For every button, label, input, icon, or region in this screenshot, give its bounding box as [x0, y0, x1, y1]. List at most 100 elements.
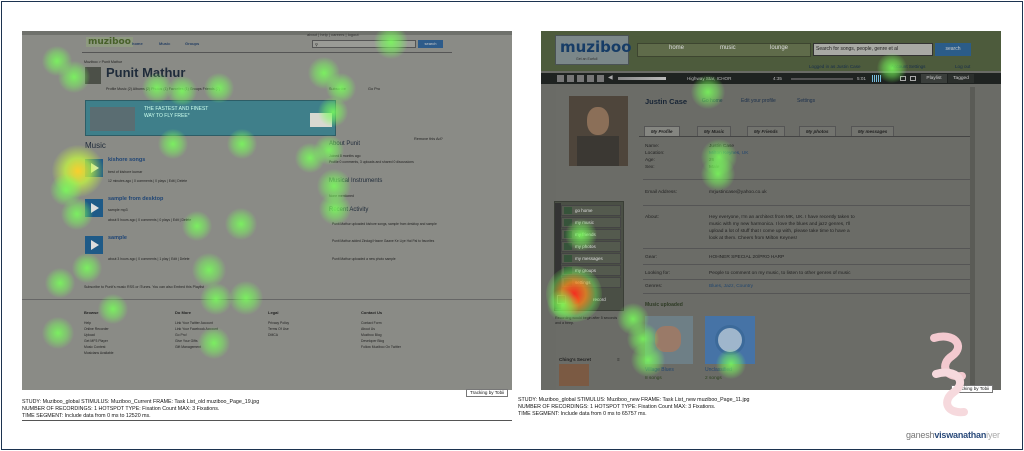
volume-icon[interactable]: ◀: [608, 75, 613, 81]
footer-link[interactable]: Link Your Twitter Account: [175, 321, 213, 326]
footer-link[interactable]: Contact Form: [361, 321, 382, 326]
tab-my-profile[interactable]: My Profile: [644, 126, 680, 136]
nav-music[interactable]: music: [720, 45, 736, 51]
next-button[interactable]: [577, 75, 584, 82]
menu-my-groups[interactable]: my groups: [561, 265, 621, 276]
menu-settings[interactable]: settings: [561, 277, 621, 288]
album-cover[interactable]: [645, 316, 693, 364]
popout-icon[interactable]: [910, 76, 916, 81]
muziboo-logo[interactable]: muziboo: [86, 37, 133, 47]
footer-link[interactable]: Privacy Policy: [268, 321, 289, 326]
footer-link[interactable]: Go Pro!: [175, 333, 187, 338]
screen-icon[interactable]: [900, 76, 906, 81]
footer-link[interactable]: Get MP3 Player: [84, 339, 108, 344]
remove-ad-link[interactable]: Remove this Ad?: [414, 137, 443, 142]
nav-groups[interactable]: Groups: [185, 41, 199, 46]
footer-link[interactable]: Help: [84, 321, 91, 326]
footer-link[interactable]: Upload: [84, 333, 95, 338]
search-input[interactable]: Search for songs, people, genre et al: [813, 43, 933, 56]
gear-label: Gear:: [645, 255, 657, 260]
ad-banner[interactable]: THE FASTEST AND FINEST WAY TO FLY FREE*: [85, 100, 336, 136]
equalizer-icon: [872, 75, 882, 82]
activity-item[interactable]: Punit Mathur uploaded kishore songs, sam…: [332, 222, 437, 227]
play-button[interactable]: [85, 159, 103, 177]
tab-my-messages[interactable]: My messages: [851, 126, 895, 136]
menu-my-messages[interactable]: my messages: [561, 253, 621, 264]
account-settings-link[interactable]: Account Settings: [891, 64, 925, 69]
stop-record-button[interactable]: [557, 295, 566, 304]
search-button[interactable]: search: [418, 40, 443, 48]
user-tabs[interactable]: Profile Music (2) Albums (2) Photos (1) …: [106, 87, 220, 92]
album-title[interactable]: Village Blues: [645, 368, 674, 373]
footer-link[interactable]: Follow Muziboo On Twitter: [361, 345, 401, 350]
go-home-link[interactable]: Go home: [702, 99, 723, 104]
play-button[interactable]: [85, 236, 103, 254]
settings-link[interactable]: Settings: [797, 99, 815, 104]
top-strip: [22, 31, 512, 35]
song-meta[interactable]: about 3 hours ago | 0 comments | 1 play …: [108, 257, 190, 262]
footer-link[interactable]: About Us: [361, 327, 375, 332]
tab-my-friends[interactable]: My Friends: [747, 126, 785, 136]
song-title[interactable]: sample: [108, 235, 127, 241]
footer-divider: [22, 299, 512, 300]
tab-tagged[interactable]: Tagged: [948, 74, 974, 83]
footer-link[interactable]: Musicians Available: [84, 351, 114, 356]
genres-links[interactable]: Blues, Jazz, Country: [709, 284, 753, 289]
volume-slider[interactable]: [618, 77, 666, 80]
logged-in-label[interactable]: Logged in as Justin Case: [809, 64, 861, 69]
song-title[interactable]: sample from desktop: [108, 196, 163, 202]
footer-link[interactable]: Gift Management: [175, 345, 201, 350]
song-title[interactable]: kishore songs: [108, 157, 145, 163]
footer-link[interactable]: Muziboo Blog: [361, 333, 382, 338]
record-button[interactable]: [571, 295, 580, 304]
footer-link[interactable]: Terms Of Use: [268, 327, 289, 332]
album-title[interactable]: Unclassified: [705, 368, 732, 373]
footer-link[interactable]: Link Your Facebook Account: [175, 327, 218, 332]
footer-link[interactable]: Developer Blog: [361, 339, 384, 344]
subscribe-line[interactable]: Subscribe to Punit's music RSS or iTunes…: [84, 285, 204, 290]
chevron-icon[interactable]: ≡: [617, 357, 620, 362]
muziboo-logo[interactable]: muziboo Get an Earfull: [555, 35, 632, 65]
tab-playlist[interactable]: Playlist: [921, 74, 947, 83]
song-meta[interactable]: about 5 hours ago | 0 comments | 0 plays…: [108, 218, 191, 223]
album-face: [655, 326, 681, 352]
search-button[interactable]: search: [935, 43, 971, 56]
tab-my-photos[interactable]: My photos: [799, 126, 836, 136]
menu-my-music[interactable]: my music: [561, 217, 621, 228]
album-cover[interactable]: [705, 316, 755, 364]
stop-button[interactable]: [587, 75, 594, 82]
song-meta[interactable]: 12 minutes ago | 0 comments | 0 plays | …: [108, 179, 187, 184]
author-brand: ganeshviswanathaniyer: [906, 430, 1000, 440]
footer-link[interactable]: Give Your Gifts: [175, 339, 198, 344]
repeat-button[interactable]: [597, 75, 604, 82]
footer-link[interactable]: Online Recorder: [84, 327, 109, 332]
logo-text: muziboo: [560, 38, 632, 56]
footer-link[interactable]: Music Contest: [84, 345, 105, 350]
logout-link[interactable]: Log out: [955, 64, 970, 69]
sidebar-thumbnail[interactable]: [559, 364, 589, 386]
edit-profile-link[interactable]: Edit your profile: [741, 99, 776, 104]
pause-button[interactable]: [567, 75, 574, 82]
nav-home[interactable]: home: [669, 45, 684, 51]
photo-face: [587, 107, 609, 135]
nav-music[interactable]: Music: [159, 41, 170, 46]
subscribe-link[interactable]: Subscribe: [329, 87, 346, 92]
footer-link[interactable]: DMCA: [268, 333, 278, 338]
prev-button[interactable]: [557, 75, 564, 82]
progress-track[interactable]: [791, 78, 853, 80]
menu-my-friends[interactable]: my friends: [561, 229, 621, 240]
menu-go-home[interactable]: go home: [561, 205, 621, 216]
search-input[interactable]: ⚲: [312, 40, 416, 48]
menu-my-photos[interactable]: my photos: [561, 241, 621, 252]
nav-lounge[interactable]: lounge: [770, 45, 788, 51]
location-link[interactable]: Milton Keynes, UK: [709, 151, 748, 156]
nav-home[interactable]: home: [132, 41, 143, 46]
fixation-hotspot: [42, 317, 74, 349]
activity-item[interactable]: Punit Mathur added Zindagi Hasne Gaane K…: [332, 239, 434, 244]
tab-my-music[interactable]: My Music: [697, 126, 732, 136]
photo-icon: [564, 243, 572, 250]
activity-item[interactable]: Punit Mathur uploaded a new photo sample: [332, 257, 396, 262]
topbar-links[interactable]: about | help | careers | logout: [307, 32, 359, 37]
play-button[interactable]: [85, 199, 103, 217]
go-pro-link[interactable]: Go Pro: [368, 87, 380, 92]
